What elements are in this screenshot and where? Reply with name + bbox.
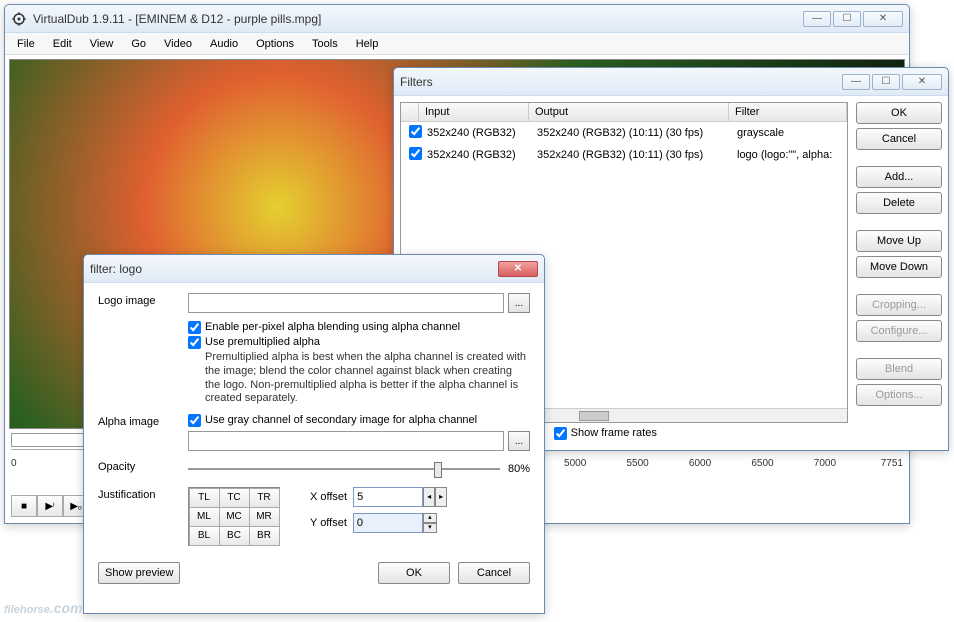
filter-row-output: 352x240 (RGB32) (10:11) (30 fps) [533, 148, 733, 162]
play-input-button[interactable]: ▶ᶦ [37, 495, 63, 517]
logo-close-button[interactable]: ✕ [498, 261, 538, 277]
watermark: filehorse.com [4, 589, 83, 620]
x-offset-label: X offset [310, 491, 347, 503]
logo-ok-button[interactable]: OK [378, 562, 450, 584]
col-filter-header[interactable]: Filter [729, 103, 847, 121]
justification-grid: TL TC TR ML MC MR BL BC BR [188, 487, 280, 546]
opacity-label: Opacity [98, 459, 180, 473]
ruler-tick: 6000 [689, 458, 711, 469]
filter-row-output: 352x240 (RGB32) (10:11) (30 fps) [533, 126, 733, 140]
filters-configure-button: Configure... [856, 320, 942, 342]
minimize-button[interactable]: — [803, 11, 831, 27]
show-preview-button[interactable]: Show preview [98, 562, 180, 584]
just-bc-button[interactable]: BC [219, 526, 250, 546]
just-tc-button[interactable]: TC [219, 488, 250, 508]
menu-help[interactable]: Help [348, 36, 387, 52]
menu-video[interactable]: Video [156, 36, 200, 52]
filters-button-column: OK Cancel Add... Delete Move Up Move Dow… [856, 102, 942, 444]
main-window-buttons: — ☐ ✕ [803, 11, 903, 27]
filters-cancel-button[interactable]: Cancel [856, 128, 942, 150]
filter-row-input: 352x240 (RGB32) [423, 148, 533, 162]
logo-image-input[interactable] [188, 293, 504, 313]
just-br-button[interactable]: BR [249, 526, 280, 546]
menu-audio[interactable]: Audio [202, 36, 246, 52]
menu-tools[interactable]: Tools [304, 36, 346, 52]
ruler-tick: 5000 [564, 458, 586, 469]
filters-blend-button: Blend [856, 358, 942, 380]
logo-filter-dialog: filter: logo ✕ Logo image ... Enable per… [83, 254, 545, 614]
filters-options-button: Options... [856, 384, 942, 406]
filters-cropping-button: Cropping... [856, 294, 942, 316]
y-offset-dec-button[interactable]: ▾ [423, 523, 437, 533]
filters-movedown-button[interactable]: Move Down [856, 256, 942, 278]
y-offset-spinner[interactable]: ▴▾ [353, 513, 437, 533]
enable-alpha-checkbox[interactable]: Enable per-pixel alpha blending using al… [188, 321, 530, 334]
opacity-value: 80% [508, 463, 530, 475]
filter-row[interactable]: 352x240 (RGB32) 352x240 (RGB32) (10:11) … [401, 144, 847, 166]
filter-row-name: grayscale [733, 126, 843, 140]
logo-cancel-button[interactable]: Cancel [458, 562, 530, 584]
main-titlebar: VirtualDub 1.9.11 - [EMINEM & D12 - purp… [5, 5, 909, 33]
main-title: VirtualDub 1.9.11 - [EMINEM & D12 - purp… [33, 12, 803, 26]
filters-delete-button[interactable]: Delete [856, 192, 942, 214]
opacity-slider[interactable] [188, 459, 500, 479]
filters-ok-button[interactable]: OK [856, 102, 942, 124]
filter-row[interactable]: 352x240 (RGB32) 352x240 (RGB32) (10:11) … [401, 122, 847, 144]
maximize-button[interactable]: ☐ [833, 11, 861, 27]
just-ml-button[interactable]: ML [189, 507, 220, 527]
just-mr-button[interactable]: MR [249, 507, 280, 527]
filters-moveup-button[interactable]: Move Up [856, 230, 942, 252]
filters-titlebar[interactable]: Filters — ☐ ✕ [394, 68, 948, 96]
stop-button[interactable]: ■ [11, 495, 37, 517]
menu-view[interactable]: View [82, 36, 122, 52]
logo-image-label: Logo image [98, 293, 180, 307]
filter-row-checkbox[interactable] [409, 125, 422, 138]
app-icon [11, 11, 27, 27]
ruler-tick: 7751 [881, 458, 903, 469]
y-offset-inc-button[interactable]: ▴ [423, 513, 437, 523]
premultiplied-desc: Premultiplied alpha is best when the alp… [205, 351, 530, 406]
just-mc-button[interactable]: MC [219, 507, 250, 527]
just-tl-button[interactable]: TL [189, 488, 220, 508]
x-offset-spinner[interactable]: ◂▸ [353, 487, 447, 507]
menubar: File Edit View Go Video Audio Options To… [5, 33, 909, 55]
menu-file[interactable]: File [9, 36, 43, 52]
filter-row-input: 352x240 (RGB32) [423, 126, 533, 140]
y-offset-label: Y offset [310, 517, 347, 529]
justification-label: Justification [98, 487, 180, 501]
x-offset-dec-button[interactable]: ◂ [423, 487, 435, 507]
col-input-header[interactable]: Input [419, 103, 529, 121]
ruler-tick: 0 [11, 458, 17, 469]
ruler-tick: 6500 [751, 458, 773, 469]
just-bl-button[interactable]: BL [189, 526, 220, 546]
close-button[interactable]: ✕ [863, 11, 903, 27]
ruler-tick: 5500 [626, 458, 648, 469]
alpha-image-browse-button[interactable]: ... [508, 431, 530, 451]
col-output-header[interactable]: Output [529, 103, 729, 121]
x-offset-inc-button[interactable]: ▸ [435, 487, 447, 507]
filter-list-header: Input Output Filter [401, 103, 847, 122]
logo-image-browse-button[interactable]: ... [508, 293, 530, 313]
filters-add-button[interactable]: Add... [856, 166, 942, 188]
filters-title: Filters [400, 75, 842, 89]
filters-minimize-button[interactable]: — [842, 74, 870, 90]
use-gray-channel-checkbox[interactable]: Use gray channel of secondary image for … [188, 414, 530, 427]
filter-row-name: logo (logo:"", alpha: [733, 148, 843, 162]
filters-maximize-button[interactable]: ☐ [872, 74, 900, 90]
ruler-tick: 7000 [814, 458, 836, 469]
premultiplied-alpha-checkbox[interactable]: Use premultiplied alpha [188, 336, 530, 349]
show-frame-rates-checkbox[interactable]: Show frame rates [554, 427, 657, 440]
logo-dialog-title: filter: logo [90, 262, 498, 276]
alpha-image-label: Alpha image [98, 414, 180, 428]
just-tr-button[interactable]: TR [249, 488, 280, 508]
alpha-image-input[interactable] [188, 431, 504, 451]
y-offset-input[interactable] [353, 513, 423, 533]
logo-titlebar[interactable]: filter: logo ✕ [84, 255, 544, 283]
filter-row-checkbox[interactable] [409, 147, 422, 160]
menu-options[interactable]: Options [248, 36, 302, 52]
menu-edit[interactable]: Edit [45, 36, 80, 52]
menu-go[interactable]: Go [123, 36, 154, 52]
filters-close-button[interactable]: ✕ [902, 74, 942, 90]
x-offset-input[interactable] [353, 487, 423, 507]
